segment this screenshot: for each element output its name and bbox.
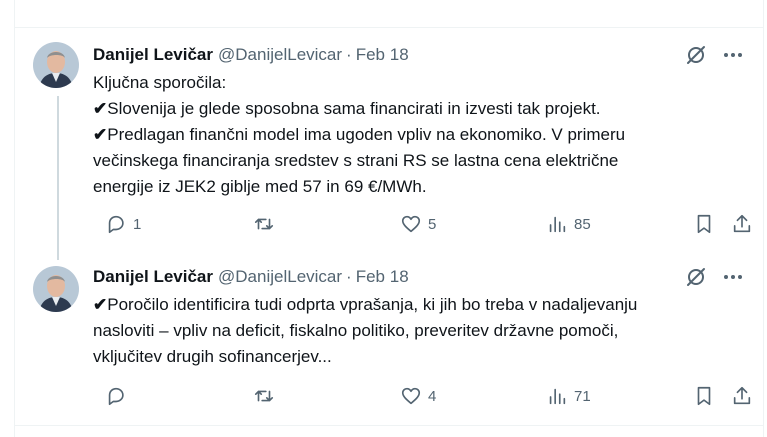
thread-connector-line [57, 96, 59, 260]
reply-count: 1 [133, 215, 142, 233]
reply-icon [108, 215, 124, 234]
text-line: nasloviti – vpliv na deficit, fiskalno p… [93, 321, 619, 340]
heart-icon [401, 387, 421, 405]
retweet-icon [254, 390, 274, 402]
reply-button[interactable]: 1 [105, 212, 141, 236]
more-icon[interactable] [721, 43, 745, 67]
author-name[interactable]: Danijel Levičar [93, 267, 213, 287]
grok-icon[interactable] [684, 265, 708, 289]
text-line: ✔Slovenija je glede sposobna sama financ… [93, 99, 601, 118]
text-line: ✔Predlagan finančni model ima ugoden vpl… [93, 125, 626, 144]
bookmark-button[interactable] [693, 384, 715, 408]
views-button[interactable]: 71 [546, 384, 591, 408]
retweet-button[interactable] [253, 212, 281, 236]
retweet-button[interactable] [253, 384, 281, 408]
share-icon [733, 386, 751, 405]
share-button[interactable] [731, 212, 753, 236]
bookmark-icon [697, 386, 711, 406]
more-icon[interactable] [721, 265, 745, 289]
author-handle[interactable]: @DanijelLevicar [218, 45, 342, 65]
tweet-text: Ključna sporočila: ✔Slovenija je glede s… [93, 70, 743, 200]
reply-icon [108, 387, 124, 406]
text-line: ✔Poročilo identificira tudi odprta vpraš… [93, 295, 638, 314]
avatar[interactable] [33, 266, 79, 312]
reply-button[interactable] [105, 384, 133, 408]
tweet-text: ✔Poročilo identificira tudi odprta vpraš… [93, 292, 743, 370]
views-icon [549, 388, 566, 405]
bookmark-icon [697, 214, 711, 234]
checkmark-icon: ✔ [93, 125, 108, 144]
text-line: vključitev drugih sofinancerjev... [93, 347, 332, 366]
text-line: večinskega financiranja sredstev s stran… [93, 151, 619, 170]
like-button[interactable]: 5 [400, 212, 436, 236]
tweet-header: Danijel Levičar @DanijelLevicar · Feb 18 [93, 267, 409, 287]
heart-icon [401, 215, 421, 233]
like-button[interactable]: 4 [400, 384, 436, 408]
author-name[interactable]: Danijel Levičar [93, 45, 213, 65]
share-icon [733, 214, 751, 233]
bookmark-button[interactable] [693, 212, 715, 236]
action-bar: 1 5 85 [93, 212, 753, 236]
header-separator: · [346, 267, 352, 286]
text-line: energije iz JEK2 giblje med 57 in 69 €/M… [93, 177, 427, 196]
views-count: 71 [574, 387, 591, 405]
text-line: Ključna sporočila: [93, 73, 227, 92]
action-bar: 4 71 [93, 384, 753, 408]
avatar[interactable] [33, 42, 79, 88]
bottom-divider [15, 425, 763, 426]
top-divider [15, 27, 763, 28]
views-icon [549, 216, 566, 233]
header-separator: · [346, 45, 352, 64]
retweet-icon [254, 218, 274, 230]
views-button[interactable]: 85 [546, 212, 591, 236]
checkmark-icon: ✔ [93, 99, 108, 118]
tweet-date[interactable]: Feb 18 [356, 45, 409, 65]
share-button[interactable] [731, 384, 753, 408]
like-count: 4 [428, 387, 437, 405]
checkmark-icon: ✔ [93, 295, 108, 314]
tweet-header: Danijel Levičar @DanijelLevicar · Feb 18 [93, 45, 409, 65]
tweet-date[interactable]: Feb 18 [356, 267, 409, 287]
author-handle[interactable]: @DanijelLevicar [218, 267, 342, 287]
like-count: 5 [428, 215, 437, 233]
views-count: 85 [574, 215, 591, 233]
grok-icon[interactable] [684, 43, 708, 67]
